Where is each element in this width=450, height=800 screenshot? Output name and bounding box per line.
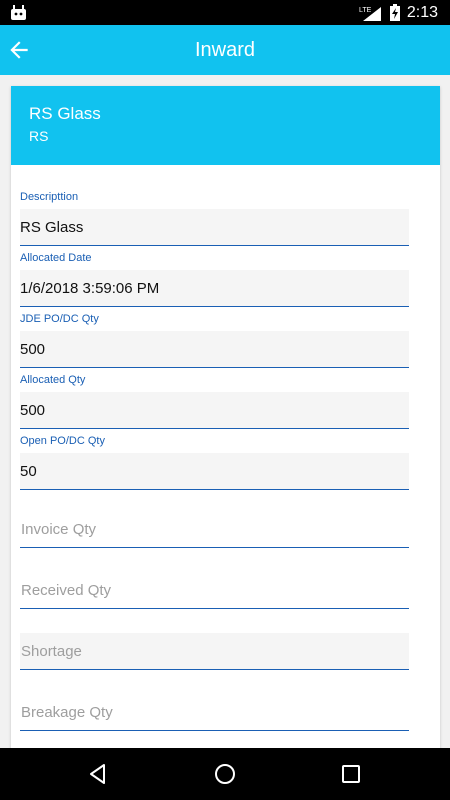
home-circle-icon[interactable]	[213, 762, 237, 786]
android-debug-icon	[11, 5, 26, 20]
allocated-qty-field: Allocated Qty 500	[20, 373, 409, 429]
lte-signal-icon: LTE	[359, 6, 381, 21]
app-bar: Inward	[0, 25, 450, 75]
field-value: 500	[20, 401, 46, 419]
field-label: Allocated Date	[20, 252, 92, 264]
field-label: Allocated Qty	[20, 374, 86, 386]
item-code: RS	[29, 128, 49, 144]
page-title: Inward	[194, 39, 256, 61]
card-header: RS Glass RS	[11, 86, 440, 165]
status-bar: LTE 2:13	[0, 0, 450, 25]
svg-text:LTE: LTE	[359, 7, 372, 14]
shortage-input[interactable]: Shortage	[20, 633, 409, 670]
battery-charging-icon	[389, 4, 400, 21]
open-po-dc-qty-field: Open PO/DC Qty 50	[20, 434, 409, 490]
field-value: RS Glass	[20, 218, 84, 236]
field-label: Descripttion	[20, 191, 79, 203]
item-name: RS Glass	[29, 104, 101, 123]
field-value-box: 50	[20, 453, 409, 490]
back-triangle-icon[interactable]	[86, 762, 110, 786]
field-label: Open PO/DC Qty	[20, 435, 105, 447]
navigation-bar	[0, 748, 450, 800]
allocated-date-field: Allocated Date 1/6/2018 3:59:06 PM	[20, 251, 409, 307]
clock: 2:13	[406, 3, 438, 21]
field-label: JDE PO/DC Qty	[20, 313, 99, 325]
field-value-box: 500	[20, 331, 409, 368]
invoice-qty-input[interactable]: Invoice Qty	[20, 511, 409, 548]
description-field: Descripttion RS Glass	[20, 190, 409, 246]
field-value: 1/6/2018 3:59:06 PM	[20, 279, 160, 297]
recents-square-icon[interactable]	[339, 762, 363, 786]
field-value-box: RS Glass	[20, 209, 409, 246]
field-value-box: 500	[20, 392, 409, 429]
received-qty-input[interactable]: Received Qty	[20, 572, 409, 609]
scroll-content[interactable]: RS Glass RS Descripttion RS Glass Alloca…	[0, 75, 450, 748]
jde-po-dc-qty-field: JDE PO/DC Qty 500	[20, 312, 409, 368]
field-value: 500	[20, 340, 46, 358]
field-value-box: 1/6/2018 3:59:06 PM	[20, 270, 409, 307]
breakage-qty-input[interactable]: Breakage Qty	[20, 694, 409, 731]
field-value: 50	[20, 462, 37, 480]
